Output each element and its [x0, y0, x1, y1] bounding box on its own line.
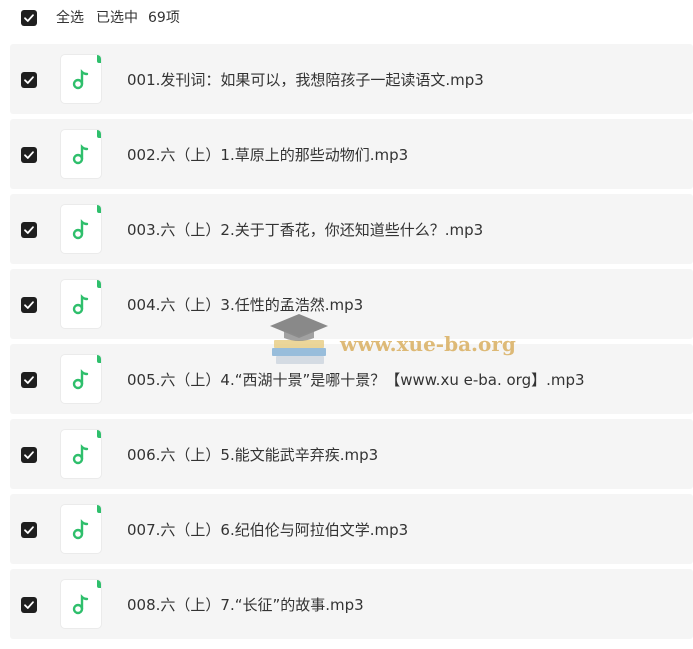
file-row[interactable]: 004.六（上）3.任性的孟浩然.mp3 [10, 269, 693, 339]
music-note-icon [72, 519, 89, 540]
audio-file-thumbnail [61, 130, 101, 178]
file-row[interactable]: 002.六（上）1.草原上的那些动物们.mp3 [10, 119, 693, 189]
file-row[interactable]: 006.六（上）5.能文能武辛弃疾.mp3 [10, 419, 693, 489]
file-row[interactable]: 001.发刊词：如果可以，我想陪孩子一起读语文.mp3 [10, 44, 693, 114]
file-checkbox[interactable] [21, 222, 37, 238]
selected-count: 69 [148, 10, 166, 26]
file-list-page: 全选 已选中 69项 001.发刊词：如果可以，我想陪孩子一起读语文.mp3 002… [0, 0, 693, 649]
checkmark-icon [24, 76, 34, 84]
selected-prefix: 已选中 [96, 10, 138, 26]
checkmark-icon [24, 14, 34, 22]
file-checkbox[interactable] [21, 447, 37, 463]
file-name[interactable]: 005.六（上）4.“西湖十景”是哪十景？【www.xu e-ba. org】.… [127, 370, 585, 390]
file-row[interactable]: 003.六（上）2.关于丁香花，你还知道些什么？.mp3 [10, 194, 693, 264]
music-note-icon [72, 144, 89, 165]
music-note-icon [72, 69, 89, 90]
music-note-icon [72, 594, 89, 615]
file-name[interactable]: 007.六（上）6.纪伯伦与阿拉伯文学.mp3 [127, 520, 408, 540]
music-note-icon [72, 294, 89, 315]
checkmark-icon [24, 151, 34, 159]
file-checkbox[interactable] [21, 597, 37, 613]
music-note-icon [72, 444, 89, 465]
checkmark-icon [24, 451, 34, 459]
file-name[interactable]: 008.六（上）7.“长征”的故事.mp3 [127, 595, 364, 615]
selection-header: 全选 已选中 69项 [0, 0, 693, 38]
file-name[interactable]: 002.六（上）1.草原上的那些动物们.mp3 [127, 145, 408, 165]
file-name[interactable]: 004.六（上）3.任性的孟浩然.mp3 [127, 295, 363, 315]
select-all-checkbox[interactable] [21, 10, 37, 26]
checkmark-icon [24, 301, 34, 309]
audio-file-thumbnail [61, 355, 101, 403]
checkmark-icon [24, 526, 34, 534]
file-checkbox[interactable] [21, 72, 37, 88]
checkmark-icon [24, 601, 34, 609]
audio-file-thumbnail [61, 580, 101, 628]
file-list: 001.发刊词：如果可以，我想陪孩子一起读语文.mp3 002.六（上）1.草原… [10, 44, 693, 644]
audio-file-thumbnail [61, 205, 101, 253]
checkmark-icon [24, 376, 34, 384]
file-checkbox[interactable] [21, 147, 37, 163]
music-note-icon [72, 219, 89, 240]
file-checkbox[interactable] [21, 372, 37, 388]
audio-file-thumbnail [61, 280, 101, 328]
file-row[interactable]: 007.六（上）6.纪伯伦与阿拉伯文学.mp3 [10, 494, 693, 564]
file-checkbox[interactable] [21, 522, 37, 538]
file-name[interactable]: 001.发刊词：如果可以，我想陪孩子一起读语文.mp3 [127, 70, 484, 90]
file-row[interactable]: 005.六（上）4.“西湖十景”是哪十景？【www.xu e-ba. org】.… [10, 344, 693, 414]
file-row[interactable]: 008.六（上）7.“长征”的故事.mp3 [10, 569, 693, 639]
audio-file-thumbnail [61, 55, 101, 103]
file-name[interactable]: 006.六（上）5.能文能武辛弃疾.mp3 [127, 445, 378, 465]
selected-suffix: 项 [165, 10, 180, 26]
select-all-label[interactable]: 全选 [56, 10, 84, 26]
audio-file-thumbnail [61, 430, 101, 478]
file-name[interactable]: 003.六（上）2.关于丁香花，你还知道些什么？.mp3 [127, 220, 483, 240]
audio-file-thumbnail [61, 505, 101, 553]
music-note-icon [72, 369, 89, 390]
selection-summary: 全选 已选中 69项 [56, 9, 180, 27]
checkmark-icon [24, 226, 34, 234]
file-checkbox[interactable] [21, 297, 37, 313]
